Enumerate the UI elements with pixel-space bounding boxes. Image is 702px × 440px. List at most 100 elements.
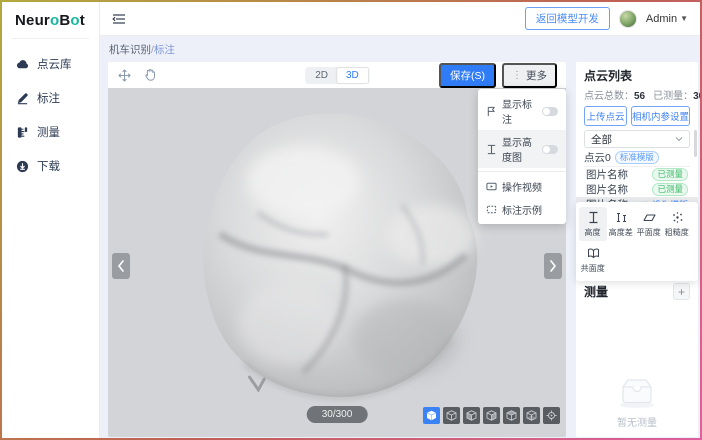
view-mode-switch: 2D 3D [305, 67, 369, 84]
sidebar: NeuroBot 点云库 标注 测量 下载 [2, 2, 100, 438]
image-name: 图片名称 [586, 182, 628, 197]
mode-3d-button[interactable]: 3D [337, 68, 368, 83]
back-to-model-dev-button[interactable]: 返回模型开发 [525, 7, 610, 30]
user-name: Admin [646, 13, 677, 25]
more-options-icon: ⋮ [512, 70, 522, 81]
scrollbar-thumb[interactable] [694, 130, 697, 157]
show-heightmap-toggle[interactable] [542, 145, 558, 154]
save-button[interactable]: 保存(S) [439, 63, 496, 88]
content-area: 机车识别/标注 2D 3D [100, 36, 700, 438]
user-menu[interactable]: Admin ▼ [646, 13, 688, 25]
view-left-button[interactable] [483, 407, 500, 424]
app-logo: NeuroBot [2, 2, 99, 38]
cloud-icon [16, 58, 29, 71]
flag-icon [486, 106, 497, 117]
tool-flatness[interactable]: 平面度 [635, 207, 663, 241]
cube-icon [486, 410, 497, 421]
total-value: 56 [634, 91, 645, 102]
chevron-down-icon: ▼ [680, 14, 688, 23]
menu-item-show-heightmap[interactable]: 显示高度图 [478, 130, 566, 168]
chevron-down-icon [675, 133, 683, 145]
view-top-button[interactable] [503, 407, 520, 424]
move-tool-icon[interactable] [117, 68, 132, 83]
view-back-button[interactable] [463, 407, 480, 424]
coplanarity-icon [587, 247, 600, 260]
chevron-left-icon [117, 260, 125, 272]
image-row[interactable]: 图片名称 已测量 [584, 182, 690, 197]
menu-item-tutorial-video[interactable]: 操作视频 [478, 175, 566, 198]
canvas-card: 2D 3D 保存(S) ⋮ 更多 [108, 62, 566, 437]
measured-value: 30 [693, 91, 700, 102]
tool-coplanarity[interactable]: 共面度 [579, 243, 607, 277]
sidebar-item-label: 点云库 [37, 56, 72, 72]
filter-select[interactable]: 全部 [584, 130, 690, 148]
image-name: 图片名称 [586, 167, 628, 182]
view-front-button[interactable] [443, 407, 460, 424]
cube-icon [426, 410, 437, 421]
hand-pan-icon[interactable] [143, 68, 157, 82]
sidebar-item-label: 下载 [37, 158, 60, 174]
more-button[interactable]: ⋮ 更多 [502, 63, 557, 88]
more-dropdown-menu: 显示标注 显示高度图 操作视频 [478, 89, 566, 224]
view-bottom-button[interactable] [523, 407, 540, 424]
mode-2d-button[interactable]: 2D [306, 68, 337, 83]
target-icon [546, 410, 557, 421]
pointcloud-name: 点云0 [584, 150, 611, 165]
pen-icon [16, 92, 29, 105]
prev-image-button[interactable] [112, 253, 130, 279]
sidebar-item-annotation[interactable]: 标注 [2, 81, 99, 115]
dashed-rect-icon [486, 204, 497, 215]
measured-label: 已测量： [653, 91, 693, 102]
menu-item-annotation-example[interactable]: 标注示例 [478, 198, 566, 221]
measured-tag: 已测量 [652, 183, 688, 196]
tool-roughness[interactable]: 粗糙度 [663, 207, 691, 241]
frame-counter: 30/300 [307, 406, 368, 423]
pointcloud-panel: 点云列表 点云总数：56 已测量：30 上传点云 相机内参设置 全部 点云0 [576, 62, 698, 437]
camera-intrinsics-button[interactable]: 相机内参设置 [631, 106, 690, 126]
sidebar-item-measure[interactable]: 测量 [2, 115, 99, 149]
measure-tool-panel: 高度 高度差 平面度 粗糙度 [576, 202, 698, 281]
cube-icon [466, 410, 477, 421]
next-image-button[interactable] [544, 253, 562, 279]
breadcrumb-parent[interactable]: 机车识别 [109, 44, 151, 56]
height-gauge-icon [486, 144, 497, 155]
ruler-icon [16, 126, 29, 139]
tool-height-difference[interactable]: 高度差 [607, 207, 635, 241]
tool-height[interactable]: 高度 [579, 207, 607, 241]
sidebar-collapse-icon[interactable] [112, 12, 126, 26]
image-row[interactable]: 图片名称 已测量 [584, 167, 690, 182]
video-icon [486, 181, 497, 192]
canvas-toolbar: 2D 3D 保存(S) ⋮ 更多 [108, 62, 566, 88]
panel-title: 点云列表 [584, 67, 690, 84]
height-diff-icon [615, 211, 628, 224]
breadcrumb: 机车识别/标注 [109, 42, 698, 57]
measured-tag: 已测量 [652, 168, 688, 181]
sidebar-item-pointcloud-library[interactable]: 点云库 [2, 47, 99, 81]
add-measure-button[interactable]: + [673, 283, 690, 300]
empty-text: 暂无测量 [617, 414, 657, 429]
menu-item-show-annotations[interactable]: 显示标注 [478, 92, 566, 130]
divider [12, 38, 89, 39]
workspace: 2D 3D 保存(S) ⋮ 更多 [108, 62, 698, 437]
chevron-right-icon [549, 260, 557, 272]
template-tag: 标准模版 [615, 151, 659, 164]
view-orientation-bar [423, 407, 560, 424]
sidebar-item-download[interactable]: 下载 [2, 149, 99, 183]
flatness-icon [643, 211, 656, 224]
measure-title: 测量 [584, 283, 608, 300]
measure-section: 测量 + 暂无测量 [576, 276, 698, 437]
view-iso-button[interactable] [423, 407, 440, 424]
view-center-button[interactable] [543, 407, 560, 424]
empty-box-icon [614, 374, 660, 410]
page: NeuroBot 点云库 标注 测量 下载 返回模型开发 [2, 2, 700, 438]
cube-icon [446, 410, 457, 421]
avatar[interactable] [619, 10, 637, 28]
logo-text: Neur [15, 12, 50, 29]
upload-pointcloud-button[interactable]: 上传点云 [584, 106, 627, 126]
pointcloud-item[interactable]: 点云0 标准模版 [584, 150, 690, 165]
logo-gear-icon: o [50, 12, 59, 29]
cube-icon [526, 410, 537, 421]
app-frame: NeuroBot 点云库 标注 测量 下载 返回模型开发 [0, 0, 702, 440]
sidebar-item-label: 测量 [37, 124, 60, 140]
show-annotations-toggle[interactable] [542, 107, 558, 116]
